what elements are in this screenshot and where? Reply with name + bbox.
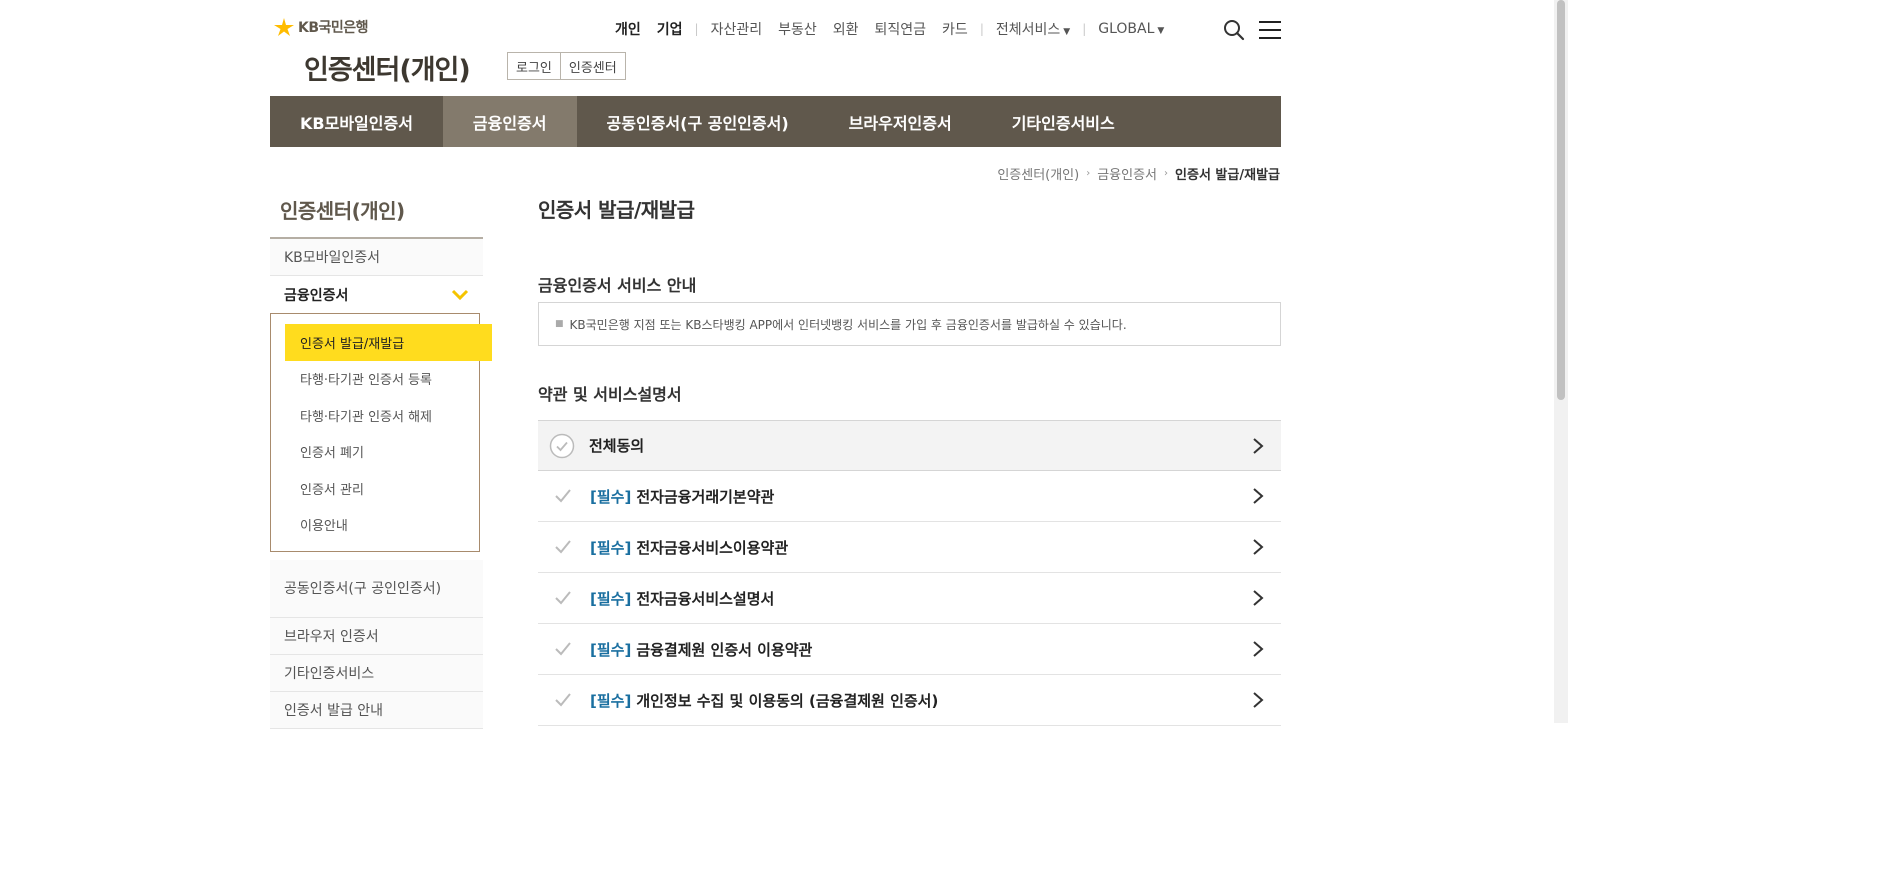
tab-browser-cert[interactable]: 브라우저인증서 [819, 96, 982, 147]
required-tag: [필수] [590, 589, 632, 608]
lnb-item-kb-mobile[interactable]: KB모바일인증서 [270, 239, 483, 276]
term-label: 전자금융거래기본약관 [636, 487, 775, 506]
lnb-submenu: 인증서 발급/재발급 타행·타기관 인증서 등록 타행·타기관 인증서 해제 인… [270, 313, 492, 552]
check-icon[interactable] [553, 537, 573, 557]
term-row[interactable]: [필수] 개인정보 수집 및 이용동의 (금융결제원 인증서) [538, 675, 1281, 726]
gnb-card[interactable]: 카드 [934, 19, 976, 39]
hamburger-menu-icon[interactable] [1259, 20, 1281, 40]
term-row[interactable]: [필수] 전자금융거래기본약관 [538, 471, 1281, 522]
gnb-all-services-label: 전체서비스 [995, 22, 1061, 38]
lnb-item-financial[interactable]: 금융인증서 [270, 276, 483, 313]
cert-center-button[interactable]: 인증센터 [559, 53, 625, 79]
submenu-register-other[interactable]: 타행·타기관 인증서 등록 [271, 361, 479, 398]
side-nav: KB모바일인증서 금융인증서 인증서 발급/재발급 타행·타기관 인증서 등록 … [270, 237, 492, 729]
lnb-item-financial-label: 금융인증서 [284, 287, 349, 304]
check-icon[interactable] [553, 690, 573, 710]
tab-kb-mobile-cert[interactable]: KB모바일인증서 [270, 96, 443, 147]
site-title[interactable]: 인증센터(개인) [304, 48, 471, 87]
check-circle-icon[interactable] [549, 433, 575, 459]
gnb-personal[interactable]: 개인 [607, 19, 649, 39]
tab-joint-cert[interactable]: 공동인증서(구 공인인증서) [577, 96, 819, 147]
check-icon[interactable] [553, 486, 573, 506]
caret-down-icon: ▼ [1063, 27, 1071, 37]
check-icon[interactable] [553, 639, 573, 659]
submenu-revoke[interactable]: 인증서 폐기 [271, 434, 479, 471]
bullet-icon: ■ [555, 319, 564, 329]
caret-down-icon: ▼ [1157, 26, 1165, 36]
agree-all-label: 전체동의 [589, 437, 645, 455]
term-label: 금융결제원 인증서 이용약관 [636, 640, 813, 659]
chevron-right-icon [1253, 438, 1264, 454]
gnb-forex[interactable]: 외환 [825, 19, 867, 39]
kb-star-icon [274, 18, 294, 36]
breadcrumb: 인증센터(개인) › 금융인증서 › 인증서 발급/재발급 [997, 164, 1280, 183]
section-terms-title: 약관 및 서비스설명서 [538, 385, 682, 404]
required-tag: [필수] [590, 487, 632, 506]
logo-text: KB국민은행 [298, 20, 369, 36]
term-label: 전자금융서비스설명서 [636, 589, 775, 608]
terms-list: 전체동의 [필수] 전자금융거래기본약관 [필수] 전자금융서비스이용약관 [필수]… [538, 420, 1281, 726]
term-label: 개인정보 수집 및 이용동의 (금융결제원 인증서) [636, 691, 939, 710]
gnb-realestate[interactable]: 부동산 [770, 19, 825, 39]
lnb-title: 인증센터(개인) [280, 199, 405, 223]
chevron-right-icon [1253, 488, 1264, 504]
agree-all-row[interactable]: 전체동의 [538, 420, 1281, 471]
submenu-unregister-other[interactable]: 타행·타기관 인증서 해제 [271, 397, 479, 434]
lnb-item-joint-label: 공동인증서(구 공인인증서) [284, 580, 442, 597]
lnb-item-issue-guide[interactable]: 인증서 발급 안내 [270, 692, 483, 729]
chevron-right-icon [1253, 692, 1264, 708]
term-row[interactable]: [필수] 전자금융서비스이용약관 [538, 522, 1281, 573]
gnb-pension[interactable]: 퇴직연금 [867, 19, 935, 39]
breadcrumb-financial[interactable]: 금융인증서 [1097, 164, 1157, 183]
gnb-asset[interactable]: 자산관리 [703, 19, 771, 39]
kb-logo[interactable]: KB국민은행 [273, 17, 369, 37]
submenu-guide[interactable]: 이용안내 [271, 507, 479, 544]
global-nav: 개인 기업 | 자산관리 부동산 외환 퇴직연금 카드 | 전체서비스 ▼ | G… [607, 18, 1172, 40]
term-row[interactable]: [필수] 금융결제원 인증서 이용약관 [538, 624, 1281, 675]
gnb-divider: | [979, 22, 984, 36]
login-button[interactable]: 로그인 [508, 53, 560, 79]
gnb-divider: | [1082, 22, 1087, 36]
gnb-business[interactable]: 기업 [649, 19, 691, 39]
breadcrumb-current: 인증서 발급/재발급 [1175, 168, 1280, 183]
check-icon[interactable] [553, 588, 573, 608]
chevron-down-icon [451, 289, 469, 300]
search-icon[interactable] [1223, 19, 1245, 41]
page-title: 인증서 발급/재발급 [538, 198, 695, 222]
service-notice: ■ KB국민은행 지점 또는 KB스타뱅킹 APP에서 인터넷뱅킹 서비스를 가… [538, 302, 1281, 346]
term-label: 전자금융서비스이용약관 [636, 538, 789, 557]
page-scrollbar[interactable] [1554, 0, 1568, 723]
gnb-all-services[interactable]: 전체서비스 ▼ [988, 19, 1078, 39]
notice-text: KB국민은행 지점 또는 KB스타뱅킹 APP에서 인터넷뱅킹 서비스를 가입 … [569, 317, 1127, 332]
main-nav: KB모바일인증서 금융인증서 공동인증서(구 공인인증서) 브라우저인증서 기타… [270, 96, 1281, 147]
submenu-issue-reissue[interactable]: 인증서 발급/재발급 [285, 324, 492, 361]
term-row[interactable]: [필수] 전자금융서비스설명서 [538, 573, 1281, 624]
tab-financial-cert[interactable]: 금융인증서 [442, 96, 577, 147]
chevron-right-icon [1253, 641, 1264, 657]
chevron-right-icon [1253, 590, 1264, 606]
scrollbar-thumb[interactable] [1557, 0, 1565, 400]
gnb-global-label: GLOBAL [1098, 21, 1155, 37]
submenu-manage[interactable]: 인증서 관리 [271, 470, 479, 507]
gnb-divider: | [694, 22, 699, 36]
lnb-item-joint[interactable]: 공동인증서(구 공인인증서) [270, 560, 483, 618]
gnb-global[interactable]: GLOBAL ▼ [1090, 21, 1172, 37]
required-tag: [필수] [590, 691, 632, 710]
header-button-group: 로그인 인증센터 [507, 52, 626, 80]
tab-other-cert[interactable]: 기타인증서비스 [982, 96, 1145, 147]
chevron-right-icon: › [1164, 168, 1169, 179]
chevron-right-icon [1253, 539, 1264, 555]
section-service-guide-title: 금융인증서 서비스 안내 [538, 276, 697, 295]
required-tag: [필수] [590, 538, 632, 557]
lnb-item-other[interactable]: 기타인증서비스 [270, 655, 483, 692]
breadcrumb-home[interactable]: 인증센터(개인) [997, 164, 1079, 183]
required-tag: [필수] [590, 640, 632, 659]
lnb-item-browser[interactable]: 브라우저 인증서 [270, 618, 483, 655]
chevron-right-icon: › [1086, 168, 1091, 179]
